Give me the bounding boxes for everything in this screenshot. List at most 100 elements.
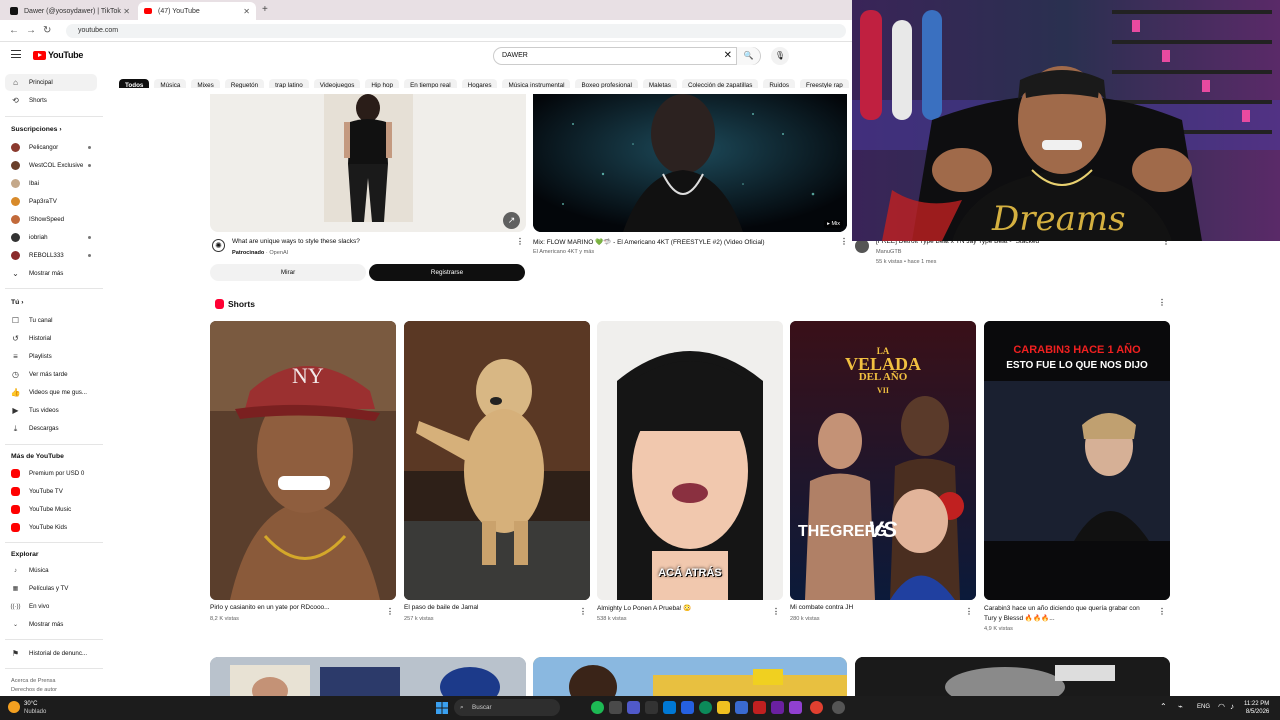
new-tab-button[interactable]: + <box>262 4 268 15</box>
sidebar-item-you[interactable]: ▶ Tus videos <box>5 402 97 419</box>
ad-thumbnail[interactable]: ↗ <box>210 94 526 232</box>
more-options-icon[interactable]: ⋮ <box>1158 298 1166 307</box>
back-icon[interactable]: ← <box>9 25 19 36</box>
sidebar-item-more-youtube[interactable]: YouTube Music <box>5 501 97 518</box>
language-indicator[interactable]: ENG <box>1197 704 1210 710</box>
chip-0[interactable]: Todos <box>119 79 150 88</box>
short-title[interactable]: Pirlo y casianito en un yate por RDcooo.… <box>210 604 330 611</box>
task-view-icon[interactable] <box>609 701 622 714</box>
reload-icon[interactable]: ↻ <box>43 25 51 36</box>
signup-button[interactable]: Registrarse <box>369 264 525 281</box>
video-title[interactable]: Mix: FLOW MARINO 💚🦈 - El Americano 4KT (… <box>533 238 833 246</box>
chrome-icon[interactable] <box>810 701 823 714</box>
close-icon[interactable]: ✕ <box>243 7 250 16</box>
chip-11[interactable]: Maletas <box>642 79 677 88</box>
volume-icon[interactable]: ♪ <box>1230 702 1234 711</box>
video-thumbnail[interactable]: ▸ Mix <box>533 94 847 232</box>
more-options-icon[interactable]: ⋮ <box>516 237 524 246</box>
video-thumbnail[interactable] <box>210 657 526 697</box>
avatar[interactable] <box>855 239 869 253</box>
sidebar-item-you[interactable]: ⤓ Descargas <box>5 420 97 437</box>
teams-icon[interactable] <box>627 701 640 714</box>
close-icon[interactable]: ✕ <box>123 7 130 16</box>
video-thumbnail[interactable] <box>533 657 847 697</box>
short-thumbnail[interactable]: NY <box>210 321 396 600</box>
video-meta[interactable]: El Americano 4KT y más <box>533 249 594 255</box>
more-options-icon[interactable]: ⋮ <box>579 607 587 616</box>
sidebar-show-more[interactable]: ⌄ Mostrar más <box>5 265 97 282</box>
sidebar-item-explore[interactable]: ♪ Música <box>5 562 97 579</box>
ad-title[interactable]: What are unique ways to style these slac… <box>232 238 360 245</box>
chip-14[interactable]: Freestyle rap <box>799 79 849 88</box>
short-title[interactable]: Carabin3 hace un año diciendo que quería… <box>984 604 1154 624</box>
sidebar-item-shorts[interactable]: ⟲ Shorts <box>5 92 97 109</box>
chip-13[interactable]: Ruidos <box>763 79 795 88</box>
sidebar-item-you[interactable]: ≡ Playlists <box>5 348 97 365</box>
chip-5[interactable]: Videojuegos <box>313 79 361 88</box>
clock[interactable]: 11:22 PM 8/5/2026 <box>1244 700 1269 716</box>
chip-2[interactable]: Mixes <box>191 79 220 88</box>
sidebar-item-subscription[interactable]: iobriah <box>5 229 97 246</box>
chip-7[interactable]: En tiempo real <box>404 79 457 88</box>
sidebar-item-you[interactable]: ◷ Ver más tarde <box>5 366 97 383</box>
channel-name[interactable]: ManuGTB <box>876 249 902 255</box>
sidebar-item-explore[interactable]: ((·)) En vivo <box>5 598 97 615</box>
more-options-icon[interactable]: ⋮ <box>386 607 394 616</box>
app-icon[interactable] <box>681 701 694 714</box>
short-thumbnail[interactable]: ACÁ ATRÁS <box>597 321 783 600</box>
you-heading[interactable]: Tú › <box>11 299 23 306</box>
sidebar-item-subscription[interactable]: REBOLL333 <box>5 247 97 264</box>
menu-icon[interactable] <box>11 50 21 58</box>
search-button[interactable]: 🔍 <box>736 47 760 65</box>
network-icon[interactable]: ⌁ <box>1178 702 1183 711</box>
short-thumbnail[interactable]: CARABIN3 HACE 1 AÑO ESTO FUE LO QUE NOS … <box>984 321 1170 600</box>
chevron-up-icon[interactable]: ⌃ <box>1160 702 1167 711</box>
short-title[interactable]: Mi combate contra JH <box>790 604 853 611</box>
short-thumbnail[interactable] <box>404 321 590 600</box>
short-title[interactable]: El paso de baile de Jamal <box>404 604 478 611</box>
subscriptions-heading[interactable]: Suscripciones › <box>11 126 62 133</box>
sidebar-item-explore[interactable]: ⌄ Mostrar más <box>5 616 97 633</box>
more-options-icon[interactable]: ⋮ <box>1158 607 1166 616</box>
chip-9[interactable]: Música instrumental <box>502 79 571 88</box>
microphone-icon[interactable]: 🎙 <box>771 47 789 65</box>
forward-icon[interactable]: → <box>26 25 36 36</box>
more-options-icon[interactable]: ⋮ <box>965 607 973 616</box>
watch-button[interactable]: Mirar <box>210 264 366 281</box>
footer-about[interactable]: Acerca de Prensa <box>11 677 57 686</box>
short-title[interactable]: Almighty Lo Ponen A Prueba! 😳 <box>597 604 691 612</box>
chip-8[interactable]: Hogares <box>461 79 498 88</box>
sidebar-item-more-youtube[interactable]: Premium por USD 0 <box>5 465 97 482</box>
app-icon[interactable] <box>753 701 766 714</box>
sidebar-item-you[interactable]: ↺ Historial <box>5 330 97 347</box>
wifi-icon[interactable]: ◠ <box>1218 702 1225 711</box>
app-icon[interactable] <box>735 701 748 714</box>
short-thumbnail[interactable]: LA VELADA DEL AÑO VII THEGREFG VS <box>790 321 976 600</box>
outlook-icon[interactable] <box>663 701 676 714</box>
search-input[interactable]: DAWER ✕ 🔍 <box>493 47 761 65</box>
open-external-icon[interactable]: ↗ <box>503 212 520 229</box>
windows-start-icon[interactable] <box>436 701 448 714</box>
app-icon[interactable] <box>771 701 784 714</box>
chip-6[interactable]: Hip hop <box>365 79 400 88</box>
sidebar-item-subscription[interactable]: WestCOL Exclusive <box>5 157 97 174</box>
app-icon[interactable] <box>789 701 802 714</box>
sidebar-item-report-history[interactable]: ⚑ Historial de denunc... <box>5 645 97 662</box>
chip-10[interactable]: Boxeo profesional <box>575 79 638 88</box>
tab-tiktok[interactable]: Dawer (@yosoydawer) | TikTok ✕ <box>4 2 136 20</box>
chip-1[interactable]: Música <box>154 79 187 88</box>
youtube-logo[interactable]: YouTube <box>33 50 83 60</box>
sidebar-item-more-youtube[interactable]: YouTube TV <box>5 483 97 500</box>
chip-3[interactable]: Reguetón <box>224 79 265 88</box>
file-explorer-icon[interactable] <box>717 701 730 714</box>
sidebar-item-principal[interactable]: ⌂ Principal <box>5 74 97 91</box>
sidebar-item-subscription[interactable]: Ibai <box>5 175 97 192</box>
video-thumbnail[interactable] <box>855 657 1170 697</box>
sidebar-item-you[interactable]: 👍 Videos que me gus... <box>5 384 97 401</box>
spotify-icon[interactable] <box>591 701 604 714</box>
sidebar-item-subscription[interactable]: Pap3raTV <box>5 193 97 210</box>
sidebar-item-more-youtube[interactable]: YouTube Kids <box>5 519 97 536</box>
sidebar-item-subscription[interactable]: IShowSpeed <box>5 211 97 228</box>
sidebar-item-subscription[interactable]: Pelicangor <box>5 139 97 156</box>
url-field[interactable]: youtube.com <box>66 24 846 38</box>
